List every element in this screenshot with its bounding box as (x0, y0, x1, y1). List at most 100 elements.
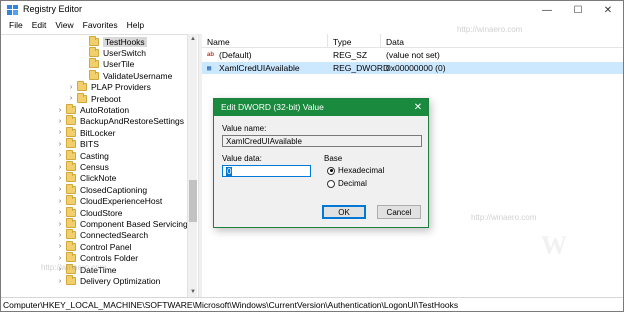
tree-item-label: AutoRotation (80, 105, 130, 116)
chevron-right-icon[interactable]: › (67, 84, 75, 91)
chevron-right-icon[interactable]: › (56, 255, 64, 262)
minimize-button[interactable]: — (532, 1, 562, 19)
tree-item-label: ClickNote (80, 173, 117, 184)
tree-item[interactable]: UserTile (79, 58, 135, 70)
folder-icon (66, 183, 76, 194)
chevron-right-icon[interactable]: › (67, 95, 75, 102)
tree-item-label: UserTile (103, 59, 135, 70)
tree-item[interactable]: › ClosedCaptioning (56, 183, 148, 195)
tree-item[interactable]: › Component Based Servicing (56, 218, 188, 229)
tree-item[interactable]: UserSwitch (79, 47, 146, 58)
watermark-text: http://winaero.com (457, 25, 523, 34)
folder-icon (77, 92, 87, 103)
tree-item-testhooks[interactable]: TestHooks (79, 35, 147, 47)
chevron-right-icon[interactable]: › (56, 221, 64, 228)
chevron-right-icon[interactable]: › (56, 164, 64, 171)
watermark-text: http://winaero.com (41, 263, 107, 272)
value-name: (Default) (219, 50, 252, 60)
dialog-title: Edit DWORD (32-bit) Value (221, 102, 324, 112)
tree-item[interactable]: › PLAP Providers (67, 81, 151, 93)
menu-favorites[interactable]: Favorites (79, 19, 123, 33)
chevron-right-icon[interactable]: › (56, 278, 64, 285)
column-divider[interactable] (380, 34, 381, 48)
tree-item-label: ValidateUsername (103, 70, 173, 81)
tree-item[interactable]: › CloudStore (56, 206, 123, 218)
radio-decimal[interactable]: Decimal (327, 179, 367, 188)
ok-button[interactable]: OK (322, 205, 366, 219)
watermark-logo: W (541, 231, 567, 260)
maximize-button[interactable]: ☐ (563, 1, 593, 19)
chevron-right-icon[interactable]: › (56, 243, 64, 250)
binary-value-icon: ▦ (207, 64, 212, 72)
column-header-data[interactable]: Data (386, 37, 404, 47)
list-row[interactable]: ab (Default) REG_SZ (value not set) (202, 49, 623, 61)
tree-item-label: TestHooks (103, 36, 147, 47)
tree-item[interactable]: › BackupAndRestoreSettings (56, 115, 184, 127)
tree-item[interactable]: ValidateUsername (79, 69, 173, 81)
menu-file[interactable]: File (5, 19, 28, 33)
chevron-right-icon[interactable]: › (56, 129, 64, 136)
chevron-right-icon[interactable]: › (56, 232, 64, 239)
tree-item-label: Census (80, 162, 109, 173)
column-divider[interactable] (327, 34, 328, 48)
tree-item[interactable]: › AutoRotation (56, 104, 129, 115)
radio-hexadecimal[interactable]: Hexadecimal (327, 166, 384, 175)
folder-icon (66, 149, 76, 160)
title-bar[interactable]: Registry Editor — ☐ ✕ (1, 1, 623, 19)
tree-item[interactable]: › ConnectedSearch (56, 229, 149, 241)
tree-item[interactable]: › Delivery Optimization (56, 275, 160, 286)
cancel-button[interactable]: Cancel (377, 205, 421, 219)
tree-item[interactable]: › Casting (56, 149, 109, 161)
tree-item[interactable]: › Census (56, 161, 109, 172)
column-header-name[interactable]: Name (207, 37, 230, 47)
tree-item-label: CloudStore (80, 207, 123, 218)
tree-item[interactable]: › Control Panel (56, 240, 132, 252)
dialog-title-bar[interactable]: Edit DWORD (32-bit) Value ✕ (214, 99, 428, 116)
string-value-icon: ab (207, 52, 215, 58)
list-row-selected[interactable]: ▦ XamlCredUIAvailable REG_DWORD 0x000000… (202, 62, 623, 74)
close-icon[interactable]: ✕ (408, 99, 428, 116)
tree-item[interactable]: › ClickNote (56, 172, 117, 184)
folder-icon (77, 81, 87, 92)
scroll-up-icon[interactable]: ▲ (188, 34, 198, 44)
menu-view[interactable]: View (51, 19, 78, 33)
tree-scrollbar[interactable]: ▲ ▼ (187, 34, 197, 297)
folder-icon (89, 58, 99, 69)
chevron-right-icon[interactable]: › (56, 209, 64, 216)
chevron-right-icon[interactable]: › (56, 107, 64, 114)
tree-item[interactable]: › BitLocker (56, 126, 115, 138)
registry-tree[interactable]: TestHooks UserSwitch UserTile ValidateUs… (1, 34, 198, 297)
close-button[interactable]: ✕ (593, 1, 623, 19)
menu-help[interactable]: Help (123, 19, 149, 33)
tree-item[interactable]: › CloudExperienceHost (56, 195, 163, 207)
tree-item-label: CloudExperienceHost (80, 196, 163, 207)
chevron-right-icon[interactable]: › (56, 152, 64, 159)
chevron-right-icon[interactable]: › (56, 198, 64, 205)
folder-icon (66, 115, 76, 126)
folder-icon (66, 229, 76, 240)
edit-dword-dialog: Edit DWORD (32-bit) Value ✕ Value name: … (213, 98, 429, 228)
chevron-right-icon[interactable]: › (56, 141, 64, 148)
chevron-right-icon[interactable]: › (56, 118, 64, 125)
tree-item-label: ConnectedSearch (80, 230, 149, 241)
registry-editor-window: Registry Editor — ☐ ✕ File Edit View Fav… (0, 0, 624, 312)
folder-icon (66, 252, 76, 263)
scroll-down-icon[interactable]: ▼ (188, 287, 198, 297)
folder-icon (89, 47, 99, 58)
value-data-input[interactable]: 0 (222, 165, 311, 177)
column-header-type[interactable]: Type (333, 37, 351, 47)
chevron-right-icon[interactable]: › (56, 175, 64, 182)
menu-edit[interactable]: Edit (28, 19, 52, 33)
tree-item[interactable]: › BITS (56, 138, 99, 150)
base-group-label: Base (324, 154, 343, 163)
folder-icon (66, 218, 76, 229)
window-title: Registry Editor (23, 4, 83, 14)
value-name-field: XamlCredUIAvailable (222, 135, 422, 147)
tree-item-label: ClosedCaptioning (80, 184, 148, 195)
chevron-right-icon[interactable]: › (56, 186, 64, 193)
folder-icon (66, 138, 76, 149)
tree-item-label: BITS (80, 139, 99, 150)
tree-item[interactable]: › Preboot (67, 92, 121, 104)
tree-item-label: UserSwitch (103, 48, 146, 59)
scrollbar-thumb[interactable] (189, 180, 197, 222)
